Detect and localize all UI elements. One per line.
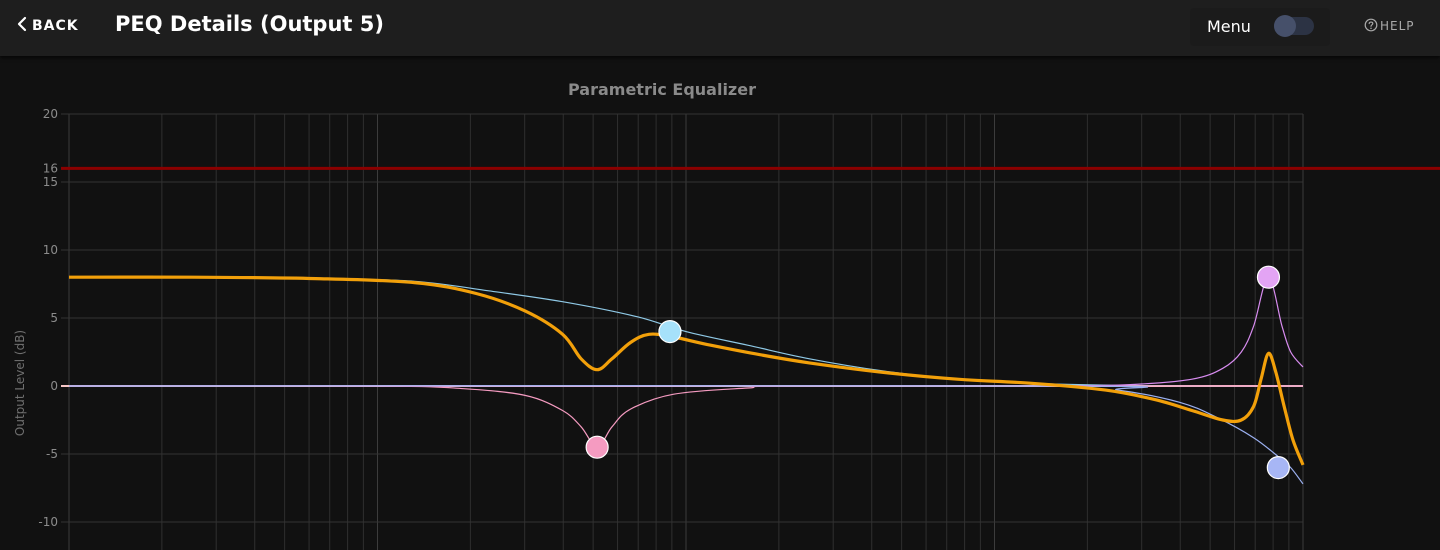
band-4-handle[interactable] bbox=[1266, 456, 1290, 480]
y-tick-label: 0 bbox=[50, 379, 58, 393]
chevron-left-icon bbox=[16, 16, 28, 36]
peq-chart: 20 15 10 5 0 -5 -10 16 Parametric Equalizer Outpu… bbox=[13, 80, 1440, 550]
chart-title: Parametric Equalizer bbox=[568, 80, 756, 99]
y-tick-label: -10 bbox=[38, 515, 58, 529]
y-tick-label: 15 bbox=[43, 175, 58, 189]
menu-toggle-group: Menu bbox=[1190, 8, 1330, 46]
y-axis-label: Output Level (dB) bbox=[13, 330, 27, 436]
help-button[interactable]: HELP bbox=[1364, 17, 1415, 35]
y-tick-label: 5 bbox=[50, 311, 58, 325]
y-tick-label: 20 bbox=[43, 107, 58, 121]
page-title: PEQ Details (Output 5) bbox=[115, 12, 384, 36]
menu-toggle[interactable] bbox=[1274, 15, 1314, 37]
back-button[interactable]: BACK bbox=[16, 14, 79, 38]
band-1-handle[interactable] bbox=[658, 320, 682, 344]
y-tick-label: 10 bbox=[43, 243, 58, 257]
question-circle-icon bbox=[1364, 17, 1378, 36]
y-tick-label: -5 bbox=[46, 447, 58, 461]
back-label: BACK bbox=[32, 18, 79, 34]
band-3-handle[interactable] bbox=[1256, 265, 1281, 289]
band-2-handle[interactable] bbox=[585, 435, 609, 459]
toggle-knob bbox=[1274, 15, 1296, 37]
top-bar: BACK PEQ Details (Output 5) Menu HELP bbox=[0, 0, 1440, 56]
limit-line-label: 16 bbox=[43, 161, 58, 175]
menu-label: Menu bbox=[1207, 17, 1251, 36]
help-label: HELP bbox=[1380, 19, 1415, 33]
